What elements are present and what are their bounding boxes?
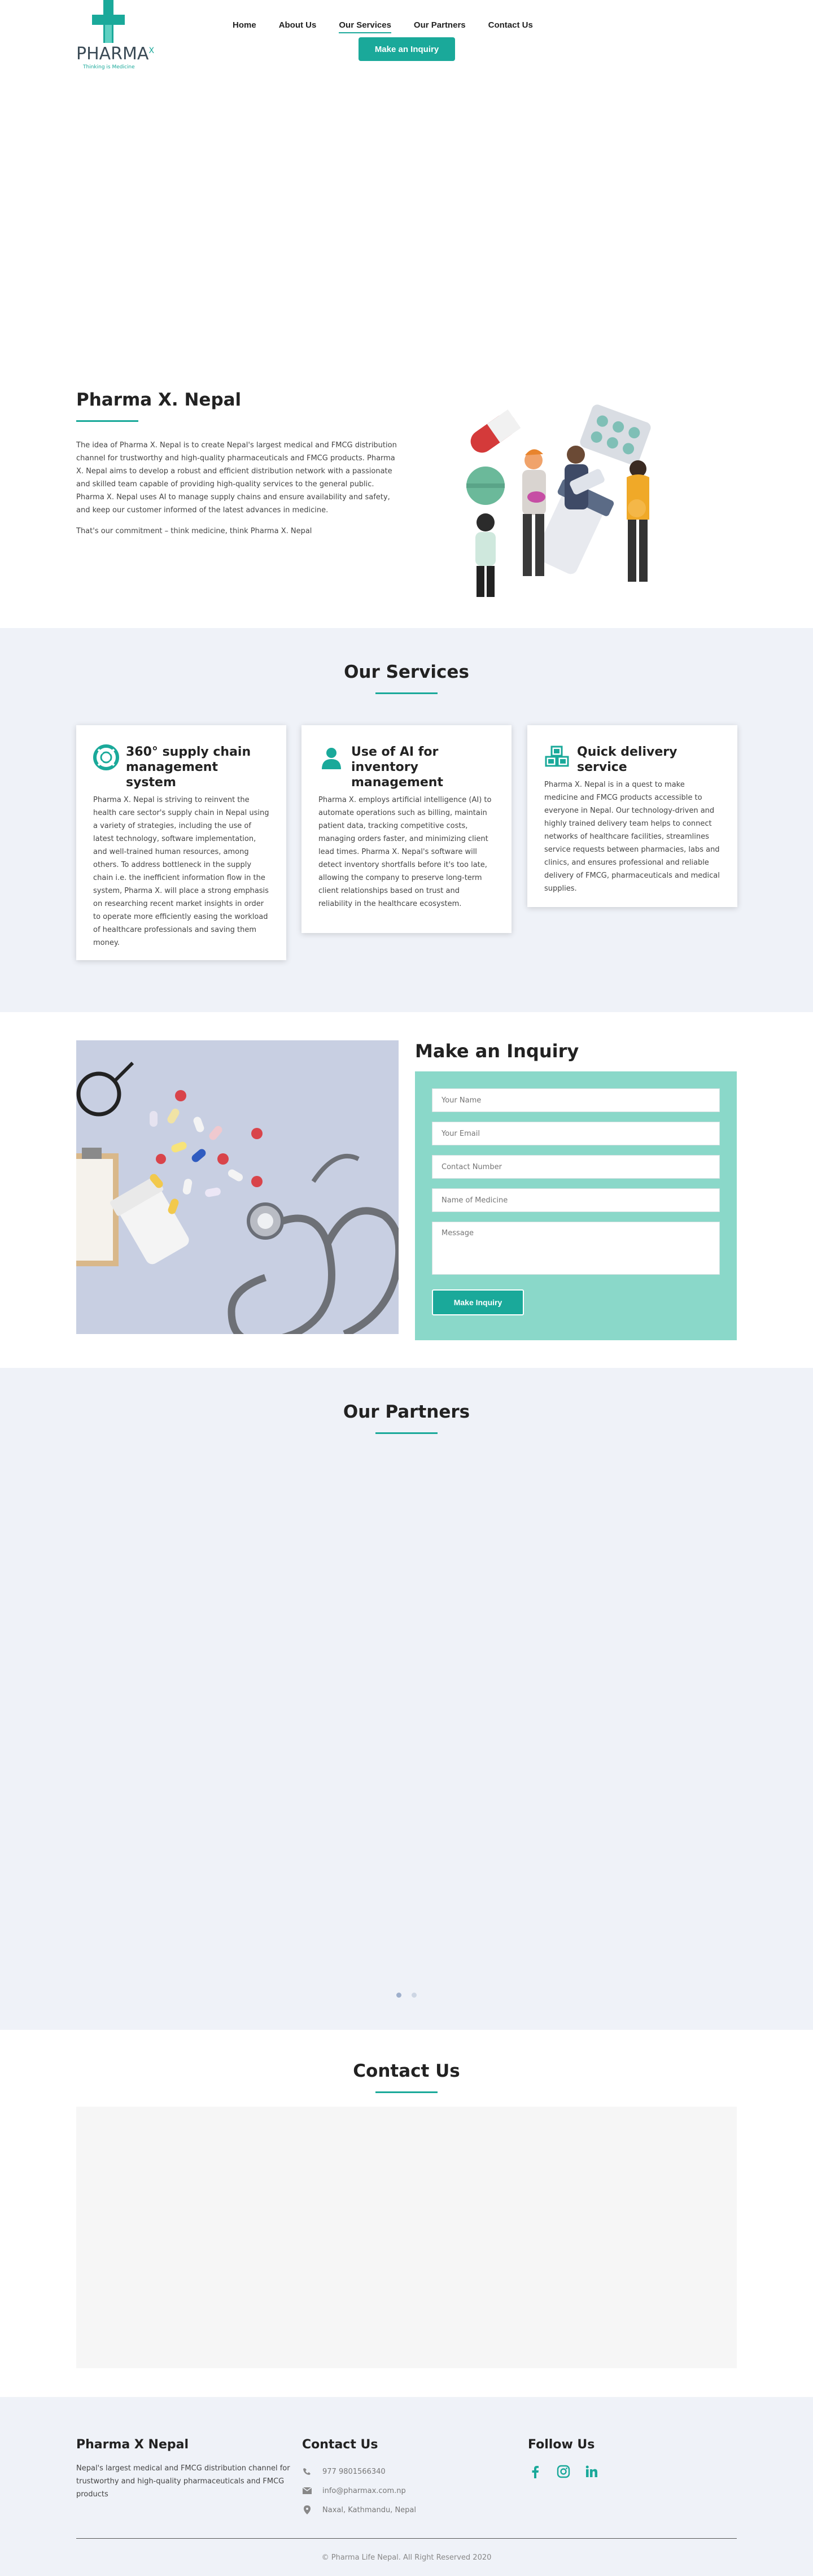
linkedin-icon[interactable] [584,2464,599,2479]
map-placeholder[interactable] [76,2107,737,2368]
nav-home[interactable]: Home [233,20,256,33]
footer-contact: Contact Us 977 9801566340 info@pharmax.c… [302,2438,416,2520]
inquiry-title: Make an Inquiry [415,1040,579,1062]
carousel-dots [0,1989,813,2000]
footer-about-text: Nepal's largest medical and FMCG distrib… [76,2464,290,2499]
user-icon [322,748,341,769]
phone-icon [302,2468,312,2475]
footer-divider [76,2538,737,2539]
partners-title: Our Partners [343,1402,470,1422]
people-with-medicine-illustration [466,404,651,597]
logo-tagline: Thinking is Medicine [83,64,135,70]
partners-section: Our Partners [0,1368,813,2030]
service-card-text: Pharma X. Nepal is striving to reinvent … [93,796,269,947]
footer-contact-title: Contact Us [302,2438,378,2452]
logo[interactable]: PHARMAX Thinking is Medicine [76,0,154,72]
footer-follow-title: Follow Us [528,2438,595,2452]
message-input[interactable] [432,1222,720,1275]
footer-address-text: Naxal, Kathmandu, Nepal [322,2505,417,2514]
nav-our-services[interactable]: Our Services [339,20,391,33]
map-pin-icon [302,2505,312,2514]
service-card-text: Pharma X. employs artificial intelligenc… [318,796,492,908]
nav-about-us[interactable]: About Us [279,20,317,33]
email-input[interactable] [432,1122,720,1145]
footer-follow: Follow Us [528,2438,599,2479]
site-header: PHARMAX Thinking is Medicine Home About … [0,0,813,73]
envelope-icon [302,2487,312,2494]
make-inquiry-submit-button[interactable]: Make Inquiry [432,1289,524,1315]
copyright-text: © Pharma Life Nepal. All Right Reserved … [321,2553,492,2562]
footer-about: Pharma X Nepal Nepal's largest medical a… [76,2438,291,2501]
services-section: Our Services 360° supply chain managemen… [0,628,813,1012]
contact-number-input[interactable] [432,1155,720,1179]
about-title-underline [76,420,138,422]
service-card-title: Quick delivery service [577,745,678,774]
service-card-ai-inventory: Use of AI for inventory management Pharm… [301,725,512,933]
footer-email[interactable]: info@pharmax.com.np [302,2481,416,2500]
medicine-name-input[interactable] [432,1188,720,1212]
logo-wordmark: PHARMAX [76,44,155,64]
header-inquiry-button[interactable]: Make an Inquiry [359,37,455,61]
service-card-quick-delivery: Quick delivery service Pharma X. Nepal i… [527,725,737,907]
service-card-text: Pharma X. Nepal is in a quest to make me… [544,781,720,893]
main-nav: Home About Us Our Services Our Partners … [233,20,556,33]
medicine-photo [76,1040,399,1334]
footer-phone-text: 977 9801566340 [322,2467,386,2476]
nav-contact-us[interactable]: Contact Us [488,20,533,33]
services-title-underline [375,692,438,694]
footer-address: Naxal, Kathmandu, Nepal [302,2500,416,2520]
contact-title-underline [375,2091,438,2093]
service-card-title: 360° supply chain management system [126,745,251,790]
services-title: Our Services [344,662,469,682]
service-card-supply-chain: 360° supply chain management system Phar… [76,725,286,960]
cubes-icon [545,746,569,767]
inquiry-form: Make Inquiry [415,1071,737,1340]
service-card-title: Use of AI for inventory management [351,745,443,790]
logo-cross-icon [92,0,125,43]
footer-about-title: Pharma X Nepal [76,2438,189,2452]
facebook-icon[interactable] [528,2464,543,2479]
social-links [528,2464,599,2479]
nav-our-partners[interactable]: Our Partners [414,20,466,33]
about-section: Pharma X. Nepal The idea of Pharma X. Ne… [76,390,737,627]
page: PHARMAX Thinking is Medicine Home About … [0,0,813,2576]
carousel-dot[interactable] [396,1993,402,1998]
contact-section: Contact Us [0,2030,813,2397]
partners-title-underline [375,1432,438,1434]
contact-title: Contact Us [353,2061,460,2081]
carousel-dot[interactable] [411,1993,417,1998]
about-paragraph: The idea of Pharma X. Nepal is to create… [76,441,397,515]
about-commitment: That's our commitment – think medicine, … [76,527,312,535]
footer-phone[interactable]: 977 9801566340 [302,2462,416,2481]
site-footer: Pharma X Nepal Nepal's largest medical a… [0,2397,813,2576]
footer-email-text: info@pharmax.com.np [322,2486,406,2495]
lifebuoy-icon [93,744,119,770]
instagram-icon[interactable] [556,2464,571,2479]
name-input[interactable] [432,1088,720,1112]
inquiry-section: Make an Inquiry Make Inquiry [0,1012,813,1368]
